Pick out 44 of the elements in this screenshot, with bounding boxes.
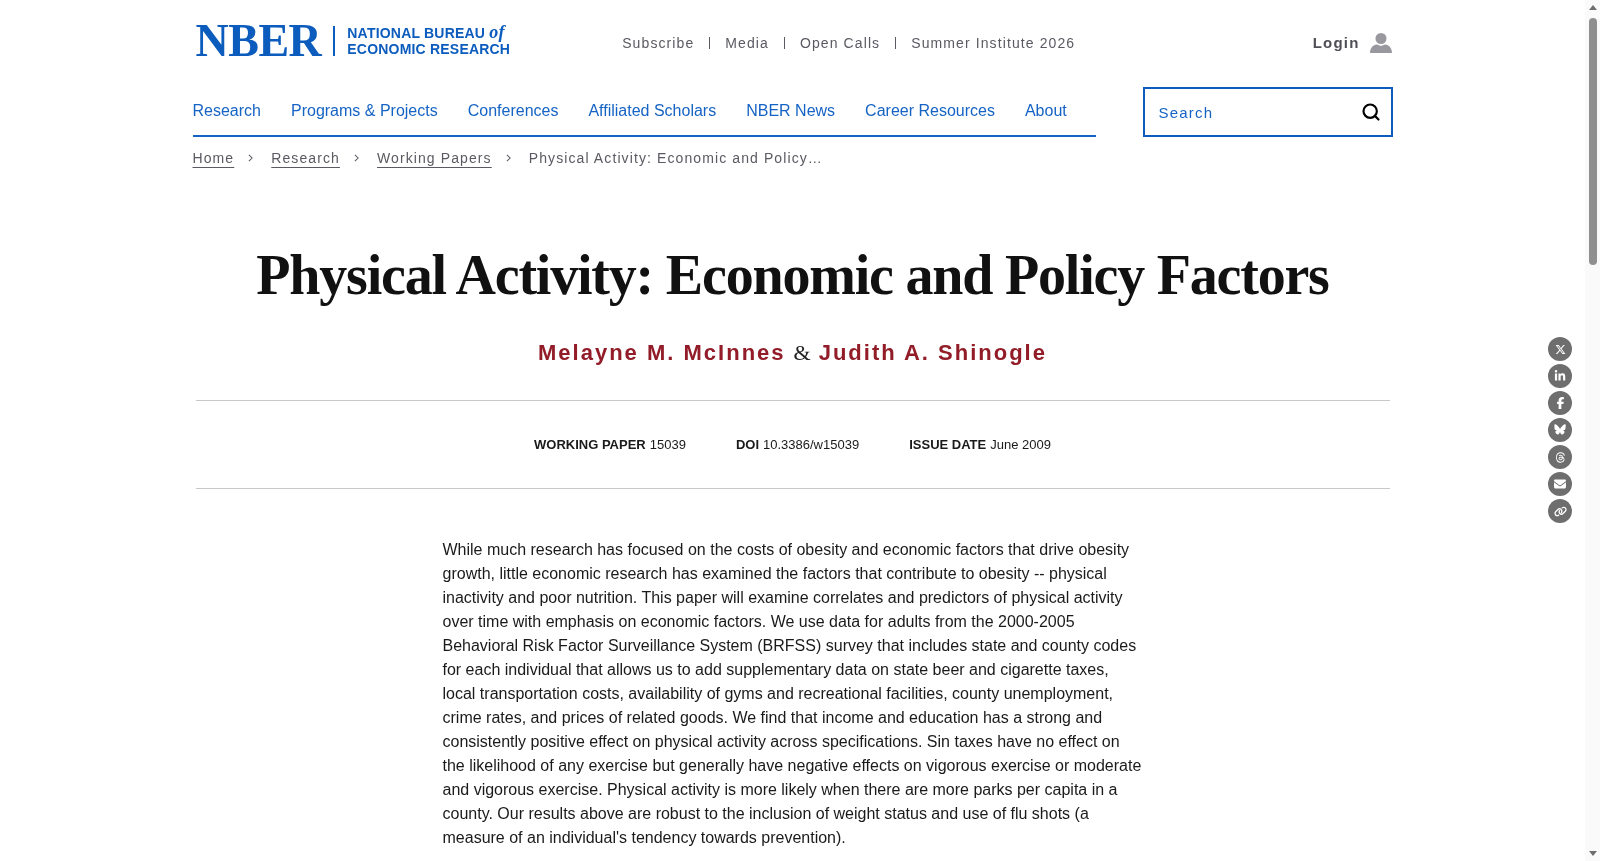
breadcrumb-link[interactable]: Home [192,147,235,169]
butterfly-icon[interactable] [1548,418,1572,442]
nav-link[interactable]: About [1024,98,1067,123]
author-link[interactable]: Judith A. Shinogle [818,335,1047,369]
nav-link[interactable]: Career Resources [865,98,995,123]
search-icon[interactable] [1360,102,1381,122]
nav-link[interactable]: Research [192,98,261,123]
chevron-icon [248,154,254,162]
meta-value: June 2009 [990,435,1051,454]
author-link[interactable]: Melayne M. McInnes [538,335,786,369]
email-icon[interactable] [1548,472,1572,496]
scroll-down-icon[interactable] [1588,851,1597,856]
utility-link[interactable]: Media [725,32,769,54]
nav-link[interactable]: Conferences [467,98,559,123]
x-share-icon[interactable] [1548,337,1572,361]
link-icon[interactable] [1548,499,1572,523]
nav-link[interactable]: Affiliated Scholars [588,98,717,123]
facebook-icon[interactable] [1548,391,1572,415]
utility-link[interactable]: Open Calls [799,32,881,54]
breadcrumb-link[interactable]: Working Papers [376,147,492,169]
author-separator: & [793,338,811,367]
meta-value: 15039 [649,435,686,454]
login-link[interactable]: Login [1312,31,1392,55]
chevron-icon [505,154,511,162]
breadcrumb-link[interactable]: Research [271,147,340,169]
scroll-up-icon[interactable] [1588,5,1597,10]
meta-label: ISSUE DATE [909,435,987,454]
breadcrumb-current: Physical Activity: Economic and Policy… [528,148,823,168]
meta-value: 10.3386/w15039 [763,435,860,454]
abstract-text: While much research has focused on the costs of obesity and economic factors that drive obesity growth, little economic research has examined the factors that contribute to obesity -- physical inactivity and poor nutrition. This paper will examine correlates and predictors of physical activity over time with emphasis on economic factors. We use data for adults from the 2000-2005 Behavioral Risk Factor Surveillance System (BRFSS) survey that includes state and county codes for each individual that allows us to add supplementary data on state beer and cigarette taxes, local transportation costs, availability of gyms and recreational facilities, county unemployment, crime rates, and prices of related goods. We find that income and education has a strong and consistently positive effect on physical activity across specifications. Sin taxes have no effect on the likelihood of any exercise but generally have negative effects on vigorous exercise or moderate and vigorous exercise. Physical activity is more likely when there are more parks per capita in a county. Our results above are robust to the inclusion of weight status and use of flu shots (a measure of an individual's tendency towards prevention). [442,540,1143,848]
utility-link[interactable]: Summer Institute 2026 [911,32,1076,54]
scrollbar-thumb[interactable] [1588,18,1597,265]
meta-label: WORKING PAPER [534,435,646,454]
utility-link[interactable]: Subscribe [622,32,695,54]
chevron-icon [353,154,359,162]
search-field[interactable]: Search [1142,87,1393,137]
meta-label: DOI [735,435,759,454]
nav-link[interactable]: Programs & Projects [291,98,438,123]
threads-icon[interactable] [1548,445,1572,469]
nav-link[interactable]: NBER News [746,98,836,123]
linkedin-icon[interactable] [1548,364,1572,388]
user-icon [1369,33,1392,53]
logo[interactable]: NBER NATIONAL BUREAU of ECONOMIC RESEARCH [195,17,511,64]
paper-title: Physical Activity: Economic and Policy Factors [255,245,1330,305]
